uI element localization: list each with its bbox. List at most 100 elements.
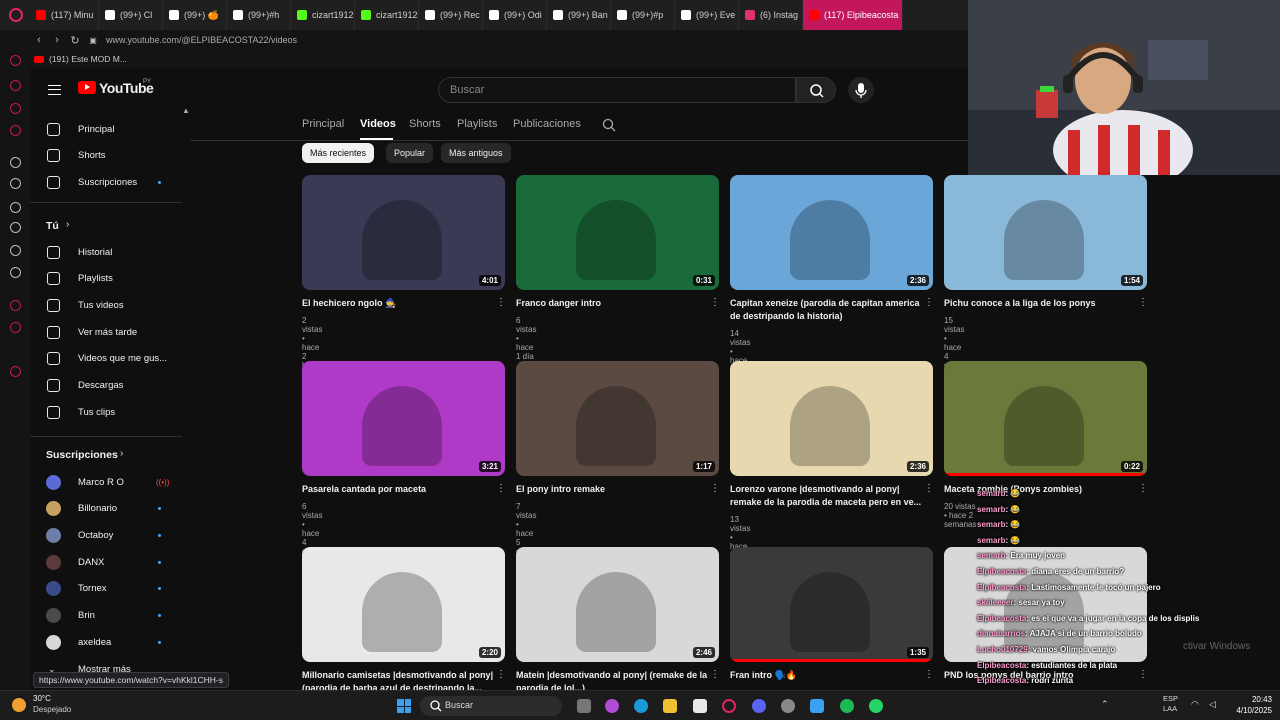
browser-tab[interactable]: (117) Minu: [30, 0, 99, 30]
tab-playlists[interactable]: Playlists: [457, 118, 497, 130]
browser-tab[interactable]: (99+) Rec: [419, 0, 483, 30]
settings-taskbar-icon[interactable]: [781, 699, 795, 713]
twitch-icon[interactable]: [10, 178, 21, 189]
browser-tab[interactable]: (99+)#h: [227, 0, 291, 30]
file-explorer-icon[interactable]: [663, 699, 677, 713]
bookmark-item[interactable]: (191) Este MOD M...: [49, 54, 127, 64]
video-title[interactable]: Maceta zombie (Ponys zombies): [944, 483, 1139, 496]
browser-tab[interactable]: (99+) Cl: [99, 0, 163, 30]
music-icon[interactable]: [10, 157, 21, 168]
task-view-icon[interactable]: [577, 699, 591, 713]
weather-icon[interactable]: [12, 698, 26, 712]
video-title[interactable]: El pony intro remake: [516, 483, 711, 496]
search-button[interactable]: [796, 77, 836, 103]
page-scrollbar[interactable]: [1270, 175, 1280, 690]
subscription-item[interactable]: axeldea: [30, 629, 190, 655]
system-tray-chevron-icon[interactable]: ⌃: [1101, 699, 1109, 710]
sort-chip[interactable]: Más recientes: [302, 143, 375, 163]
discord-taskbar-icon[interactable]: [752, 699, 766, 713]
search-input[interactable]: Buscar: [438, 77, 796, 103]
video-thumbnail[interactable]: 2:36: [730, 361, 933, 476]
more-actions-icon[interactable]: ⋮: [924, 483, 934, 494]
video-thumbnail[interactable]: 2:36: [730, 175, 933, 290]
opera-nav-icon[interactable]: [10, 55, 21, 66]
taskbar-search[interactable]: Buscar: [420, 696, 562, 716]
youtube-logo-icon[interactable]: [78, 81, 96, 94]
menu-icon[interactable]: [48, 85, 61, 95]
tab-principal[interactable]: Principal: [302, 118, 344, 130]
tab-publicaciones[interactable]: Publicaciones: [513, 118, 581, 130]
sidebar-subscriptions-heading[interactable]: Suscripciones: [46, 449, 118, 461]
instagram-icon[interactable]: [10, 125, 21, 136]
video-title[interactable]: Lorenzo varone |desmotivando al pony| re…: [730, 483, 925, 509]
discord-icon[interactable]: [10, 267, 21, 278]
browser-tab[interactable]: (99+) Ban: [547, 0, 611, 30]
browser-tab[interactable]: (99+)#p: [611, 0, 675, 30]
video-title[interactable]: El hechicero ngolo 🧙: [302, 297, 497, 310]
more-actions-icon[interactable]: ⋮: [924, 669, 934, 680]
sidebar-you-heading[interactable]: Tú: [46, 220, 59, 232]
voice-search-button[interactable]: [848, 77, 874, 103]
more-actions-icon[interactable]: ⋮: [1138, 669, 1148, 680]
spotify-taskbar-icon[interactable]: [840, 699, 854, 713]
video-thumbnail[interactable]: 0:22: [944, 361, 1147, 476]
more-actions-icon[interactable]: ⋮: [710, 669, 720, 680]
subscription-item[interactable]: Billonario: [30, 496, 190, 522]
whatsapp-icon[interactable]: [10, 103, 21, 114]
video-title[interactable]: Fran intro 🗣️🔥: [730, 669, 925, 682]
settings-sidebar-icon[interactable]: [10, 366, 21, 377]
sidebar-item[interactable]: Suscripciones: [30, 169, 190, 195]
sidebar-item[interactable]: Tus clips: [30, 399, 190, 425]
video-thumbnail[interactable]: 4:01: [302, 175, 505, 290]
windows-start-icon[interactable]: [397, 699, 411, 713]
video-thumbnail[interactable]: 2:46: [516, 547, 719, 662]
clock-sidebar-icon[interactable]: [10, 322, 21, 333]
history-sidebar-icon[interactable]: [10, 300, 21, 311]
sidebar-scroll-up-icon[interactable]: ▲: [182, 106, 190, 115]
video-title[interactable]: Franco danger intro: [516, 297, 711, 310]
language-indicator[interactable]: ESP LAA: [1163, 694, 1178, 714]
subscription-item[interactable]: Tornex: [30, 576, 190, 602]
browser-tab[interactable]: (99+) Eve: [675, 0, 739, 30]
tab-videos[interactable]: Videos: [360, 118, 396, 130]
sidebar-item[interactable]: Historial: [30, 239, 190, 265]
browser-tab[interactable]: (117) Elpibeacosta: [803, 0, 903, 30]
browser-tab[interactable]: (6) Instag: [739, 0, 803, 30]
browser-tab[interactable]: cizart1912: [291, 0, 355, 30]
store-icon[interactable]: [693, 699, 707, 713]
video-thumbnail[interactable]: 3:21: [302, 361, 505, 476]
sort-chip[interactable]: Más antiguos: [441, 143, 511, 163]
whatsapp-taskbar-icon[interactable]: [869, 699, 883, 713]
browser-tab[interactable]: cizart1912: [355, 0, 419, 30]
more-actions-icon[interactable]: ⋮: [496, 669, 506, 680]
sidebar-item[interactable]: Videos que me gus...: [30, 346, 190, 372]
subscription-item[interactable]: DANX: [30, 549, 190, 575]
video-thumbnail[interactable]: 1:54: [944, 175, 1147, 290]
chevron-right-icon[interactable]: ›: [66, 219, 69, 230]
subscription-item[interactable]: Brin: [30, 603, 190, 629]
more-actions-icon[interactable]: ⋮: [496, 483, 506, 494]
forward-icon[interactable]: ›: [48, 34, 66, 46]
opera-taskbar-icon[interactable]: [722, 699, 736, 713]
more-actions-icon[interactable]: ⋮: [496, 297, 506, 308]
url-text[interactable]: www.youtube.com/@ELPIBEACOSTA22/videos: [106, 35, 297, 45]
sidebar-item[interactable]: Shorts: [30, 143, 190, 169]
opera-logo-icon[interactable]: [9, 8, 23, 22]
more-actions-icon[interactable]: ⋮: [1138, 297, 1148, 308]
x-icon[interactable]: [10, 245, 21, 256]
video-thumbnail[interactable]: 2:20: [302, 547, 505, 662]
messenger-icon[interactable]: [10, 80, 21, 91]
video-title[interactable]: Pichu conoce a la liga de los ponys: [944, 297, 1139, 310]
reload-icon[interactable]: ↻: [66, 34, 84, 47]
more-actions-icon[interactable]: ⋮: [710, 297, 720, 308]
browser-tab[interactable]: (99+) Odi: [483, 0, 547, 30]
weather-text[interactable]: Despejado: [33, 705, 71, 714]
more-actions-icon[interactable]: ⋮: [1138, 483, 1148, 494]
subscription-item[interactable]: Marco R O ((•)): [30, 469, 190, 495]
sort-chip[interactable]: Popular: [386, 143, 434, 163]
clock[interactable]: 20:43 4/10/2025: [1228, 694, 1272, 716]
wifi-icon[interactable]: ◠: [1191, 699, 1199, 710]
chevron-right-icon[interactable]: ›: [120, 448, 123, 459]
channel-search-icon[interactable]: [602, 118, 616, 137]
more-actions-icon[interactable]: ⋮: [710, 483, 720, 494]
